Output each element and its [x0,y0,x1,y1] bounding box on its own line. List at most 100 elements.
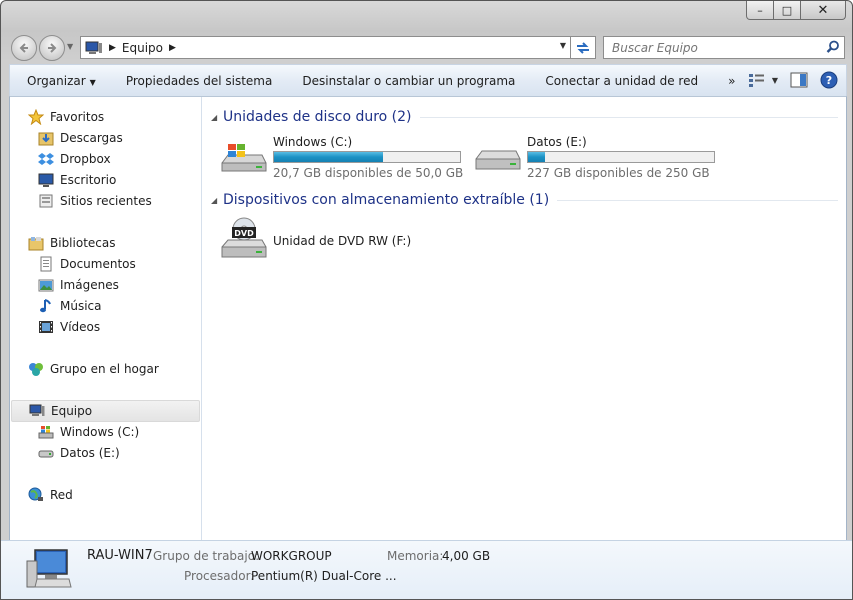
dvd-badge: DVD [234,229,254,238]
organize-button[interactable]: Organizar ▼ [10,74,111,88]
uninstall-program-button[interactable]: Desinstalar o cambiar un programa [287,74,530,88]
sidebar-item-pictures[interactable]: Imágenes [38,275,119,295]
sidebar-item-label: Dropbox [60,152,111,166]
title-bar: – □ ✕ [1,1,852,31]
network-globe-icon [28,487,43,501]
collapse-triangle-icon[interactable]: ◢ [211,196,223,205]
computer-icon [29,404,45,416]
drive-space-info: 20,7 GB disponibles de 50,0 GB [273,166,464,180]
group-title: Unidades de disco duro (2) [223,109,412,125]
sidebar-item-favorites[interactable]: Favoritos [28,107,104,127]
workgroup-label: Grupo de trabajo: [153,549,260,563]
drive-item-c[interactable]: Windows (C:) 20,7 GB disponibles de 50,0… [220,135,470,180]
drive-usage-fill [528,152,546,162]
sidebar-item-drive-e[interactable]: Datos (E:) [38,443,120,463]
collapse-triangle-icon[interactable]: ◢ [211,113,223,122]
details-pane: RAU-WIN7 Grupo de trabajo: WORKGROUP Mem… [1,540,852,599]
computer-name: RAU-WIN7 [87,548,153,563]
sidebar-item-label: Imágenes [60,278,119,292]
workgroup-value: WORKGROUP [251,549,332,563]
drive-name: Windows (C:) [273,135,353,149]
navigation-bar: ▼ ▶ Equipo ▶ ▼ [1,31,852,63]
homegroup-icon [29,363,43,376]
group-header-removable[interactable]: ◢ Dispositivos con almacenamiento extraí… [202,189,846,211]
preview-pane-icon[interactable] [790,72,808,88]
view-controls: ▼ ? [748,71,838,89]
minimize-button[interactable]: – [746,1,774,20]
sidebar-item-label: Grupo en el hogar [50,362,159,376]
drive-item-dvd[interactable]: DVD Unidad de DVD RW (F:) [220,217,470,261]
address-dropdown-icon[interactable]: ▼ [560,41,566,50]
sidebar-item-label: Equipo [51,404,93,418]
breadcrumb-equipo[interactable]: Equipo [122,41,163,55]
sidebar-item-videos[interactable]: Vídeos [38,317,100,337]
back-arrow-icon [19,43,28,53]
drive-name: Datos (E:) [527,135,587,149]
sidebar-item-label: Favoritos [50,110,105,124]
refresh-button[interactable] [571,36,596,59]
sidebar-item-desktop[interactable]: Escritorio [38,170,116,190]
sidebar-item-drive-c[interactable]: Windows (C:) [38,422,139,442]
hard-drive-icon [475,150,521,170]
drive-name: Unidad de DVD RW (F:) [273,234,412,248]
back-button[interactable] [11,35,37,61]
help-icon[interactable]: ? [820,71,838,89]
processor-value: Pentium(R) Dual-Core ... [251,569,397,583]
computer-icon [26,549,72,588]
desktop-icon [38,173,54,187]
change-view-icon[interactable] [748,73,766,87]
more-commands-button[interactable]: » [713,74,750,88]
close-button[interactable]: ✕ [801,1,846,20]
music-note-icon [40,299,51,313]
drive-space-info: 227 GB disponibles de 250 GB [527,166,710,180]
svg-text:?: ? [826,74,832,87]
sidebar-item-homegroup[interactable]: Grupo en el hogar [28,359,159,379]
view-dropdown-icon[interactable]: ▼ [772,76,778,85]
forward-arrow-icon [48,43,57,53]
documents-icon [40,256,52,272]
chevron-down-icon: ▼ [89,78,96,87]
maximize-button[interactable]: □ [774,1,801,20]
sidebar-item-label: Sitios recientes [60,194,152,208]
sidebar-item-recent-places[interactable]: Sitios recientes [38,191,152,211]
drive-usage-bar [527,151,715,163]
sidebar-item-downloads[interactable]: Descargas [38,128,123,148]
memory-label: Memoria: [387,549,444,563]
search-input[interactable] [610,39,824,56]
sidebar-item-network[interactable]: Red [28,485,73,505]
sidebar-item-computer[interactable]: Equipo [11,400,200,422]
drive-item-e[interactable]: Datos (E:) 227 GB disponibles de 250 GB [474,135,724,180]
sidebar-item-label: Documentos [60,257,136,271]
breadcrumb-chevron-icon[interactable]: ▶ [169,43,176,53]
sidebar-item-libraries[interactable]: Bibliotecas [28,233,115,253]
search-box[interactable] [603,36,845,59]
refresh-icon [577,41,589,54]
group-header-hard-disks[interactable]: ◢ Unidades de disco duro (2) [202,106,846,128]
address-bar[interactable]: ▶ Equipo ▶ ▼ [80,36,571,59]
windows-drive-icon [221,144,267,172]
breadcrumb-chevron-icon[interactable]: ▶ [109,43,116,53]
star-icon [28,109,44,125]
processor-label: Procesador: [184,569,255,583]
dvd-drive-icon: DVD [221,217,267,258]
sidebar-item-music[interactable]: Música [38,296,102,316]
forward-button[interactable] [39,35,65,61]
group-divider [557,199,838,201]
dropbox-icon [38,153,54,165]
pictures-icon [38,279,54,292]
file-list-pane: ◢ Unidades de disco duro (2) Windows (C:… [202,97,846,540]
sidebar-item-documents[interactable]: Documentos [38,254,136,274]
system-properties-button[interactable]: Propiedades del sistema [111,74,288,88]
recent-places-icon [39,194,53,208]
content-area: Favoritos Descargas Dropbox Escritorio S… [9,96,847,541]
sidebar-item-dropbox[interactable]: Dropbox [38,149,111,169]
group-divider [419,116,838,118]
sidebar-item-label: Datos (E:) [60,446,120,460]
group-title: Dispositivos con almacenamiento extraíbl… [223,192,550,208]
map-network-drive-button[interactable]: Conectar a unidad de red [530,74,713,88]
drive-usage-bar [273,151,461,163]
sidebar-item-label: Vídeos [60,320,101,334]
recent-pages-dropdown-icon[interactable]: ▼ [67,42,73,51]
hard-drive-icon [38,450,54,458]
search-icon[interactable] [826,40,840,54]
